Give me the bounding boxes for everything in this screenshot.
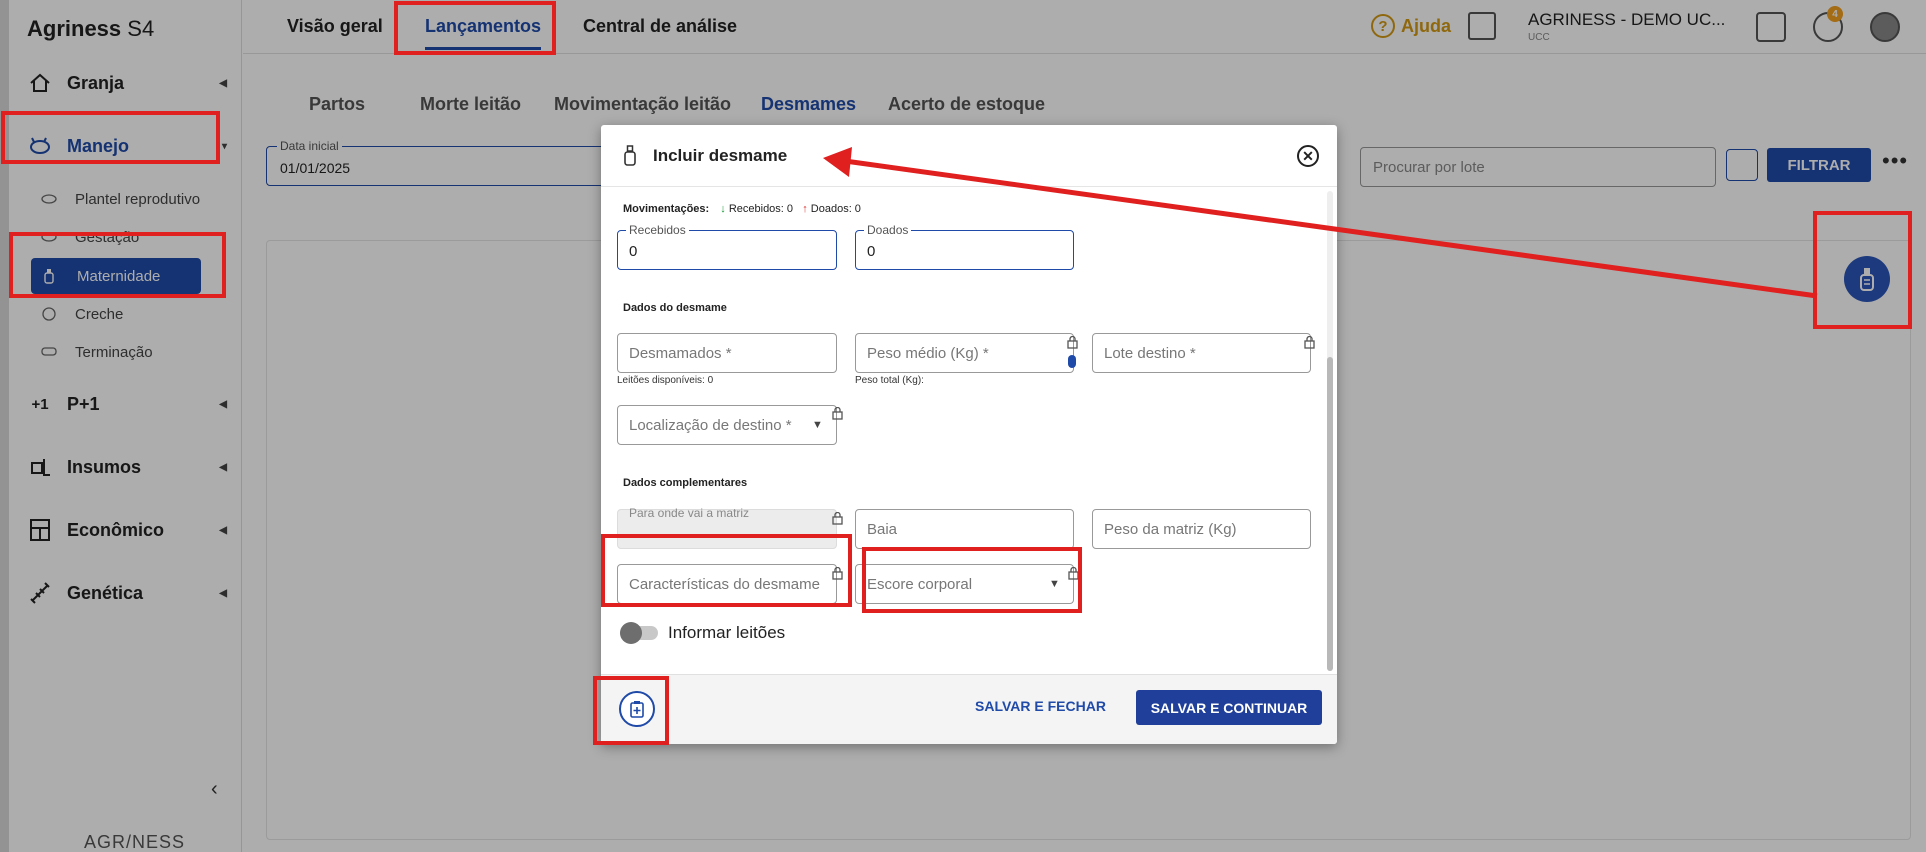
localizacao-destino-select[interactable]: Localização de destino * ▼: [617, 405, 837, 445]
informar-leitoes-toggle[interactable]: [620, 622, 658, 644]
annotation-box: [593, 676, 669, 745]
modal-footer: SALVAR E FECHAR SALVAR E CONTINUAR: [601, 674, 1337, 744]
save-close-button[interactable]: SALVAR E FECHAR: [975, 698, 1106, 714]
section-dados-complementares: Dados complementares: [623, 477, 748, 489]
peso-matriz-field[interactable]: Peso da matriz (Kg): [1092, 509, 1311, 549]
scroll-indicator: [1068, 355, 1076, 368]
save-continue-button[interactable]: SALVAR E CONTINUAR: [1136, 690, 1322, 725]
leitoes-disponiveis: Leitões disponíveis: 0: [617, 375, 714, 386]
annotation-box: [9, 232, 226, 298]
bottle-icon: [623, 145, 637, 172]
baia-field[interactable]: Baia: [855, 509, 1074, 549]
chevron-down-icon: ▼: [812, 419, 823, 431]
doados-field[interactable]: Doados 0: [855, 223, 1074, 270]
annotation-box: [862, 547, 1082, 613]
modal-header: Incluir desmame ✕: [601, 125, 1337, 187]
annotation-box: [1813, 211, 1912, 329]
arrow-down-icon: ↓: [720, 203, 726, 215]
section-dados-desmame: Dados do desmame: [623, 302, 727, 314]
lock-icon[interactable]: [832, 406, 843, 420]
lock-icon[interactable]: [1304, 335, 1315, 349]
peso-medio-field[interactable]: Peso médio (Kg) *: [855, 333, 1074, 373]
annotation-box: [394, 1, 556, 55]
recebidos-field[interactable]: Recebidos 0: [617, 223, 837, 270]
informar-leitoes-label: Informar leitões: [668, 623, 786, 642]
movimentacoes-summary: Movimentações: ↓ Recebidos: 0 ↑ Doados: …: [623, 203, 861, 215]
close-icon[interactable]: ✕: [1297, 145, 1319, 167]
lote-destino-field[interactable]: Lote destino *: [1092, 333, 1311, 373]
peso-total: Peso total (Kg):: [855, 375, 924, 386]
annotation-box: [601, 534, 852, 607]
incluir-desmame-modal: Incluir desmame ✕ Movimentações: ↓ Receb…: [601, 125, 1337, 744]
scrollbar-thumb[interactable]: [1327, 357, 1333, 671]
lock-icon[interactable]: [1067, 335, 1078, 349]
desmamados-field[interactable]: Desmamados *: [617, 333, 837, 373]
modal-title: Incluir desmame: [653, 146, 788, 165]
annotation-box: [1, 111, 220, 164]
lock-icon[interactable]: [832, 511, 843, 525]
arrow-up-icon: ↑: [802, 203, 808, 215]
